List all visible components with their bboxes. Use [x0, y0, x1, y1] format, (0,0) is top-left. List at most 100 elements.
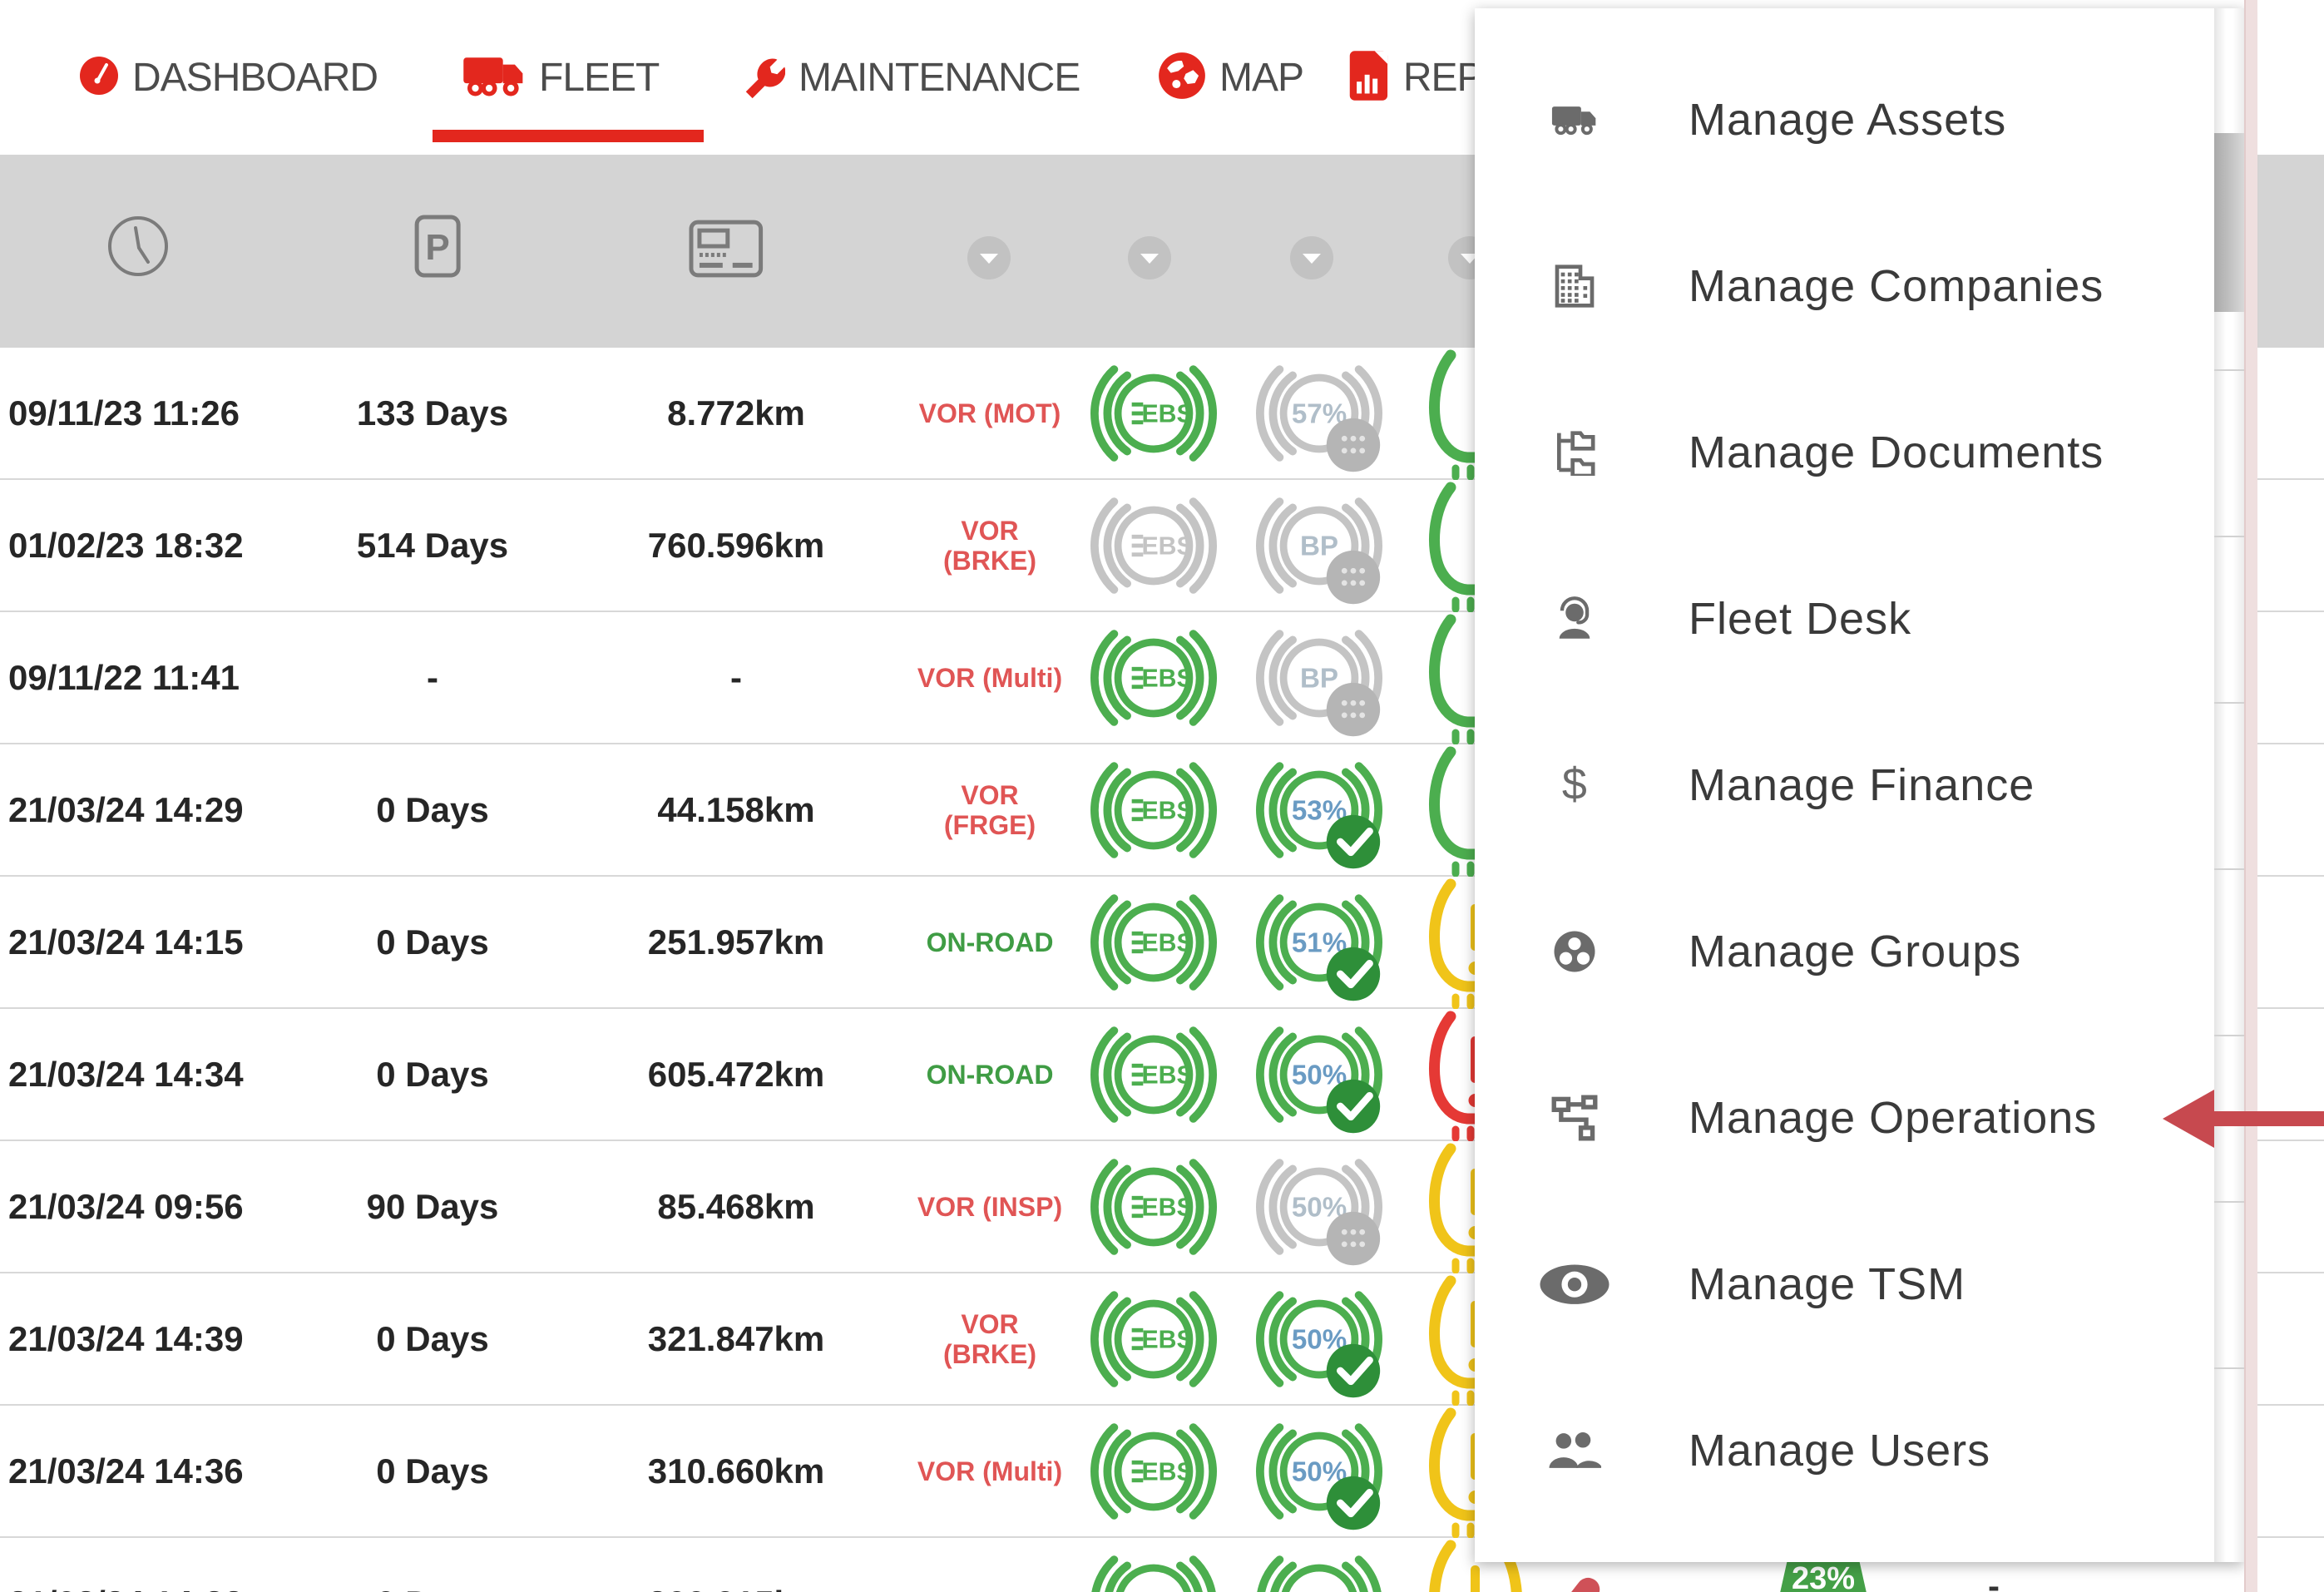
column-filter-chevron-icon[interactable] [1127, 235, 1172, 280]
cell-days: 514 Days [333, 480, 532, 611]
menu-item-label: Manage Users [1689, 1425, 1990, 1476]
network-icon [1539, 1095, 1610, 1141]
ebs-lamp-icon: EBS [1087, 480, 1220, 611]
menu-item-manage-assets[interactable]: Manage Assets [1475, 37, 2207, 203]
days-value: 0 Days [376, 790, 488, 830]
column-filter-chevron-icon[interactable] [1289, 235, 1334, 280]
menu-item-manage-groups[interactable]: Manage Groups [1475, 868, 2207, 1035]
menu-item-manage-tsm[interactable]: Manage TSM [1475, 1201, 2207, 1367]
cell-status: ON-ROAD [882, 877, 1098, 1007]
menu-item-label: Manage TSM [1689, 1258, 1966, 1310]
cell-last-report: 21/03/24 14:29 [3, 744, 341, 875]
svg-text:BP: BP [1300, 531, 1338, 561]
svg-text:$: $ [1562, 762, 1587, 808]
ebs-lamp-icon: EBS [1087, 1538, 1220, 1592]
tab-maintenance[interactable]: MAINTENANCE [739, 0, 1080, 155]
tab-fleet[interactable]: FLEET [462, 0, 659, 155]
menu-scrollbar-track[interactable] [2214, 8, 2244, 1562]
svg-text:50%: 50% [1292, 1589, 1347, 1592]
svg-text:P: P [425, 227, 449, 268]
menu-item-manage-companies[interactable]: Manage Companies [1475, 203, 2207, 369]
users-icon [1539, 1427, 1610, 1474]
cell-odometer: 8.772km [582, 348, 890, 478]
menu-scrollbar-thumb[interactable] [2214, 133, 2244, 312]
status-badge: VOR (Multi) [917, 663, 1062, 693]
odometer-value: 44.158km [657, 790, 814, 830]
days-value: 514 Days [357, 526, 508, 566]
odometer-value: 310.660km [648, 1451, 825, 1491]
cell-odometer: 44.158km [582, 744, 890, 875]
cell-status: VOR (INSP) [882, 1141, 1098, 1272]
menu-item-divider [2214, 1035, 2244, 1036]
nav-label: FLEET [539, 55, 659, 101]
last-report-time: 21/03/24 09:56 [8, 1187, 244, 1227]
cell-status: VOR(BRKE) [882, 480, 1098, 611]
status-badge: VOR (Multi) [917, 1456, 1062, 1486]
odometer-icon [689, 220, 764, 278]
cell-last-report: 01/02/23 18:32 [3, 480, 341, 611]
menu-item-divider [2214, 369, 2244, 371]
menu-item-divider [2214, 1367, 2244, 1369]
ebs-lamp-icon: EBS [1087, 348, 1220, 478]
last-report-time: 21/03/24 14:34 [8, 1055, 244, 1095]
status-badge: VOR (LOL) [922, 1589, 1058, 1592]
odometer-value: - [730, 658, 742, 698]
odometer-value: 251.957km [648, 922, 825, 962]
groups-icon [1539, 928, 1610, 975]
ebs-lamp-icon: EBS [1087, 877, 1220, 1007]
svg-text:EBS: EBS [1141, 400, 1193, 428]
menu-item-manage-operations[interactable]: Manage Operations [1475, 1035, 2207, 1201]
last-report-time: 21/03/24 14:39 [8, 1319, 244, 1359]
days-value: - [427, 658, 438, 698]
menu-item-manage-finance[interactable]: $Manage Finance [1475, 702, 2207, 868]
nav-label: MAP [1219, 55, 1303, 101]
cell-odometer: 605.472km [582, 1009, 890, 1140]
menu-item-divider [2214, 536, 2244, 537]
last-report-time: 21/03/24 14:15 [8, 922, 244, 962]
last-report-time: 01/02/23 18:32 [8, 526, 244, 566]
menu-item-label: Manage Groups [1689, 926, 2021, 977]
brake-pad-lamp-icon: 50% [1253, 1273, 1386, 1404]
status-badge: ON-ROAD [927, 1060, 1054, 1090]
dollar-icon: $ [1539, 762, 1610, 808]
ebs-lamp-icon: EBS [1087, 744, 1220, 875]
days-value: 0 Days [376, 1055, 488, 1095]
menu-item-manage-users[interactable]: Manage Users [1475, 1367, 2207, 1534]
svg-text:EBS: EBS [1141, 1061, 1193, 1089]
cell-last-report: 21/03/24 14:34 [3, 1009, 341, 1140]
brake-pad-lamp-icon: 53% [1253, 744, 1386, 875]
documents-tree-icon [1539, 429, 1610, 476]
cell-status: VOR(FRGE) [882, 744, 1098, 875]
days-value: 133 Days [357, 393, 508, 433]
cell-odometer: 321.847km [582, 1273, 890, 1404]
menu-item-manage-documents[interactable]: Manage Documents [1475, 369, 2207, 536]
cell-days: 0 Days [333, 744, 532, 875]
page-scrollbar[interactable] [2244, 0, 2257, 1592]
globe-icon [1158, 52, 1206, 104]
tab-dashboard[interactable]: DASHBOARD [79, 0, 378, 155]
report-icon [1347, 50, 1390, 106]
nav-label: MAINTENANCE [799, 55, 1080, 101]
truck-icon [462, 51, 526, 104]
cell-days: 0 Days [333, 877, 532, 1007]
tab-map[interactable]: MAP [1158, 0, 1303, 155]
cell-days: - [333, 612, 532, 743]
cell-status: ON-ROAD [882, 1009, 1098, 1140]
status-badge: VOR(BRKE) [943, 516, 1036, 576]
brake-pad-lamp-icon: 51% [1253, 877, 1386, 1007]
odometer-value: 321.847km [648, 1319, 825, 1359]
menu-item-fleet-desk[interactable]: Fleet Desk [1475, 536, 2207, 702]
building-icon [1539, 263, 1610, 309]
svg-text:BP: BP [1300, 663, 1338, 694]
fleet-app-screen: DASHBOARDFLEETMAINTENANCEMAPREPORTS P 09… [0, 0, 2324, 1592]
cell-days: 0 Days [333, 1273, 532, 1404]
eye-icon [1539, 1263, 1610, 1305]
nav-label: DASHBOARD [132, 55, 378, 101]
speedometer-icon [79, 56, 119, 100]
cell-odometer: 200.915km [582, 1538, 890, 1592]
column-filter-chevron-icon[interactable] [967, 235, 1011, 280]
last-report-time: 09/11/22 11:41 [8, 658, 240, 698]
brake-pad-lamp-icon: BP [1253, 480, 1386, 611]
cell-odometer: 251.957km [582, 877, 890, 1007]
empty-value-dash: - [1988, 1566, 2000, 1592]
